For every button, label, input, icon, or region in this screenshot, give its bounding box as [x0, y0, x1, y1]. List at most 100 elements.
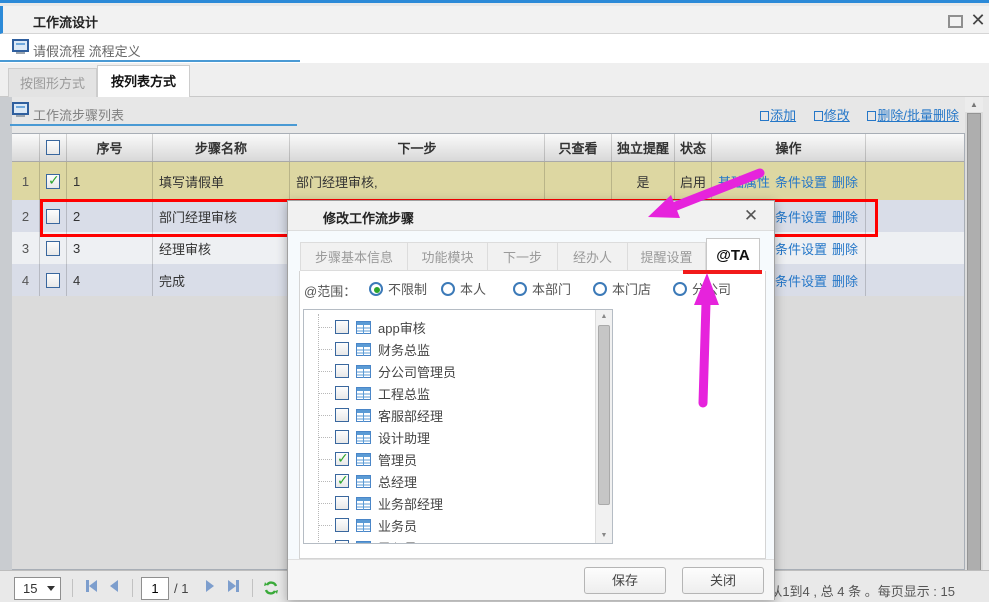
modify-icon	[814, 111, 823, 121]
role-list-scrollbar[interactable]: ▲ ▼	[595, 310, 612, 543]
prev-page-button[interactable]	[110, 580, 118, 595]
first-page-button[interactable]	[86, 580, 97, 595]
dialog-close-icon[interactable]: ✕	[740, 205, 762, 227]
scroll-up-icon[interactable]: ▲	[596, 310, 612, 324]
role-item[interactable]: app审核	[304, 316, 594, 338]
refresh-icon[interactable]	[262, 579, 280, 597]
role-checkbox[interactable]: ✓	[335, 452, 349, 466]
role-checkbox[interactable]	[335, 364, 349, 378]
save-button[interactable]: 保存	[584, 567, 666, 594]
role-checkbox[interactable]	[335, 386, 349, 400]
select-all-checkbox[interactable]	[40, 134, 67, 161]
next-page-button[interactable]	[206, 580, 214, 595]
delete-link[interactable]: 删除	[832, 172, 858, 191]
role-icon	[356, 541, 371, 545]
scrollbar-thumb[interactable]	[598, 325, 610, 505]
table-header-row: 序号 步骤名称 下一步 只查看 独立提醒 状态 操作	[12, 134, 964, 162]
col-step-name: 步骤名称	[153, 134, 290, 161]
condition-link[interactable]: 条件设置	[775, 207, 827, 226]
role-item[interactable]: 设计助理	[304, 426, 594, 448]
dialog-tab-bar: 步骤基本信息 功能模块 下一步 经办人 提醒设置 @TA	[300, 242, 762, 271]
chevron-down-icon	[47, 586, 55, 591]
tab-next-step[interactable]: 下一步	[488, 242, 558, 271]
active-tab-red-underline	[683, 270, 762, 274]
row-checkbox[interactable]	[40, 264, 67, 296]
role-item[interactable]: 财务总监	[304, 338, 594, 360]
workflow-design-window: 工作流设计 ✕ 请假流程 流程定义 按图形方式 按列表方式 工作流步骤列表 添加…	[0, 0, 989, 602]
close-icon[interactable]: ✕	[967, 9, 989, 31]
main-scrollbar[interactable]: ▲ ▼	[965, 97, 983, 602]
condition-link[interactable]: 条件设置	[775, 271, 827, 290]
tab-list-view[interactable]: 按列表方式	[97, 65, 190, 97]
close-button[interactable]: 关闭	[682, 567, 764, 594]
role-icon	[356, 475, 371, 488]
delete-batch-button[interactable]: 删除/批量删除	[867, 108, 959, 123]
role-checkbox[interactable]	[335, 430, 349, 444]
role-item[interactable]: 工程总监	[304, 382, 594, 404]
scroll-down-icon[interactable]: ▼	[596, 529, 612, 543]
role-icon	[356, 343, 371, 356]
role-checkbox[interactable]	[335, 342, 349, 356]
role-checkbox[interactable]	[335, 408, 349, 422]
tab-graph-view[interactable]: 按图形方式	[8, 68, 97, 97]
role-item[interactable]: 客服部经理	[304, 404, 594, 426]
tab-step-basic-info[interactable]: 步骤基本信息	[300, 242, 408, 271]
role-checkbox[interactable]	[335, 320, 349, 334]
left-margin	[0, 97, 12, 602]
row-checkbox[interactable]	[40, 200, 67, 232]
tab-remind-settings[interactable]: 提醒设置	[628, 242, 706, 271]
radio-self[interactable]: 本人	[441, 279, 486, 298]
view-tab-bar: 按图形方式 按列表方式	[0, 63, 989, 97]
basic-props-link[interactable]: 基础属性	[718, 172, 770, 191]
role-checkbox[interactable]: ✓	[335, 474, 349, 488]
page-size-select[interactable]: 15	[14, 577, 61, 600]
table-row[interactable]: 1 ✓ 1 填写请假单 部门经理审核, 是 启用 基础属性 条件设置 删除	[12, 162, 964, 200]
radio-icon	[593, 282, 607, 296]
window-title: 工作流设计	[33, 12, 98, 31]
role-item[interactable]: 业务员	[304, 514, 594, 536]
condition-link[interactable]: 条件设置	[775, 172, 827, 191]
radio-own-department[interactable]: 本部门	[513, 279, 571, 298]
delete-link[interactable]: 删除	[832, 207, 858, 226]
scroll-up-icon[interactable]: ▲	[965, 97, 983, 112]
col-operations: 操作	[712, 134, 866, 161]
role-item[interactable]: ✓总经理	[304, 470, 594, 492]
role-icon	[356, 497, 371, 510]
scrollbar-thumb[interactable]	[967, 113, 981, 585]
role-checkbox[interactable]	[335, 540, 349, 544]
role-item[interactable]: 业务部经理	[304, 492, 594, 514]
radio-unlimited[interactable]: 不限制	[369, 279, 427, 298]
role-item[interactable]: ✓管理员	[304, 448, 594, 470]
page-number-input[interactable]	[141, 577, 169, 600]
delete-link[interactable]: 删除	[832, 271, 858, 290]
role-item[interactable]: 分公司管理员	[304, 360, 594, 382]
delete-link[interactable]: 删除	[832, 239, 858, 258]
edit-workflow-step-dialog: 修改工作流步骤 ✕ 步骤基本信息 功能模块 下一步 经办人 提醒设置 @TA @…	[287, 200, 775, 600]
condition-link[interactable]: 条件设置	[775, 239, 827, 258]
role-item[interactable]: 录入员	[304, 536, 594, 544]
breadcrumb-bar: 请假流程 流程定义	[0, 34, 989, 63]
monitor-icon	[12, 39, 29, 55]
role-checkbox[interactable]	[335, 518, 349, 532]
radio-icon	[673, 282, 687, 296]
role-checkbox[interactable]	[335, 496, 349, 510]
radio-own-store[interactable]: 本门店	[593, 279, 651, 298]
col-index: 序号	[67, 134, 153, 161]
maximize-icon[interactable]	[948, 15, 963, 28]
add-button[interactable]: 添加	[760, 108, 796, 123]
tab-function-module[interactable]: 功能模块	[408, 242, 488, 271]
modify-button[interactable]: 修改	[814, 108, 850, 123]
row-checkbox[interactable]	[40, 232, 67, 264]
radio-icon	[369, 282, 383, 296]
tab-at-ta[interactable]: @TA	[706, 238, 760, 271]
radio-branch-company[interactable]: 分公司	[673, 279, 731, 298]
tab-handler[interactable]: 经办人	[558, 242, 628, 271]
delete-icon	[867, 111, 876, 121]
col-view-only: 只查看	[545, 134, 612, 161]
col-next-step: 下一步	[290, 134, 545, 161]
role-icon	[356, 519, 371, 532]
last-page-button[interactable]	[228, 580, 239, 595]
breadcrumb: 请假流程 流程定义	[33, 41, 141, 60]
add-icon	[760, 111, 769, 121]
row-checkbox[interactable]: ✓	[40, 162, 67, 200]
